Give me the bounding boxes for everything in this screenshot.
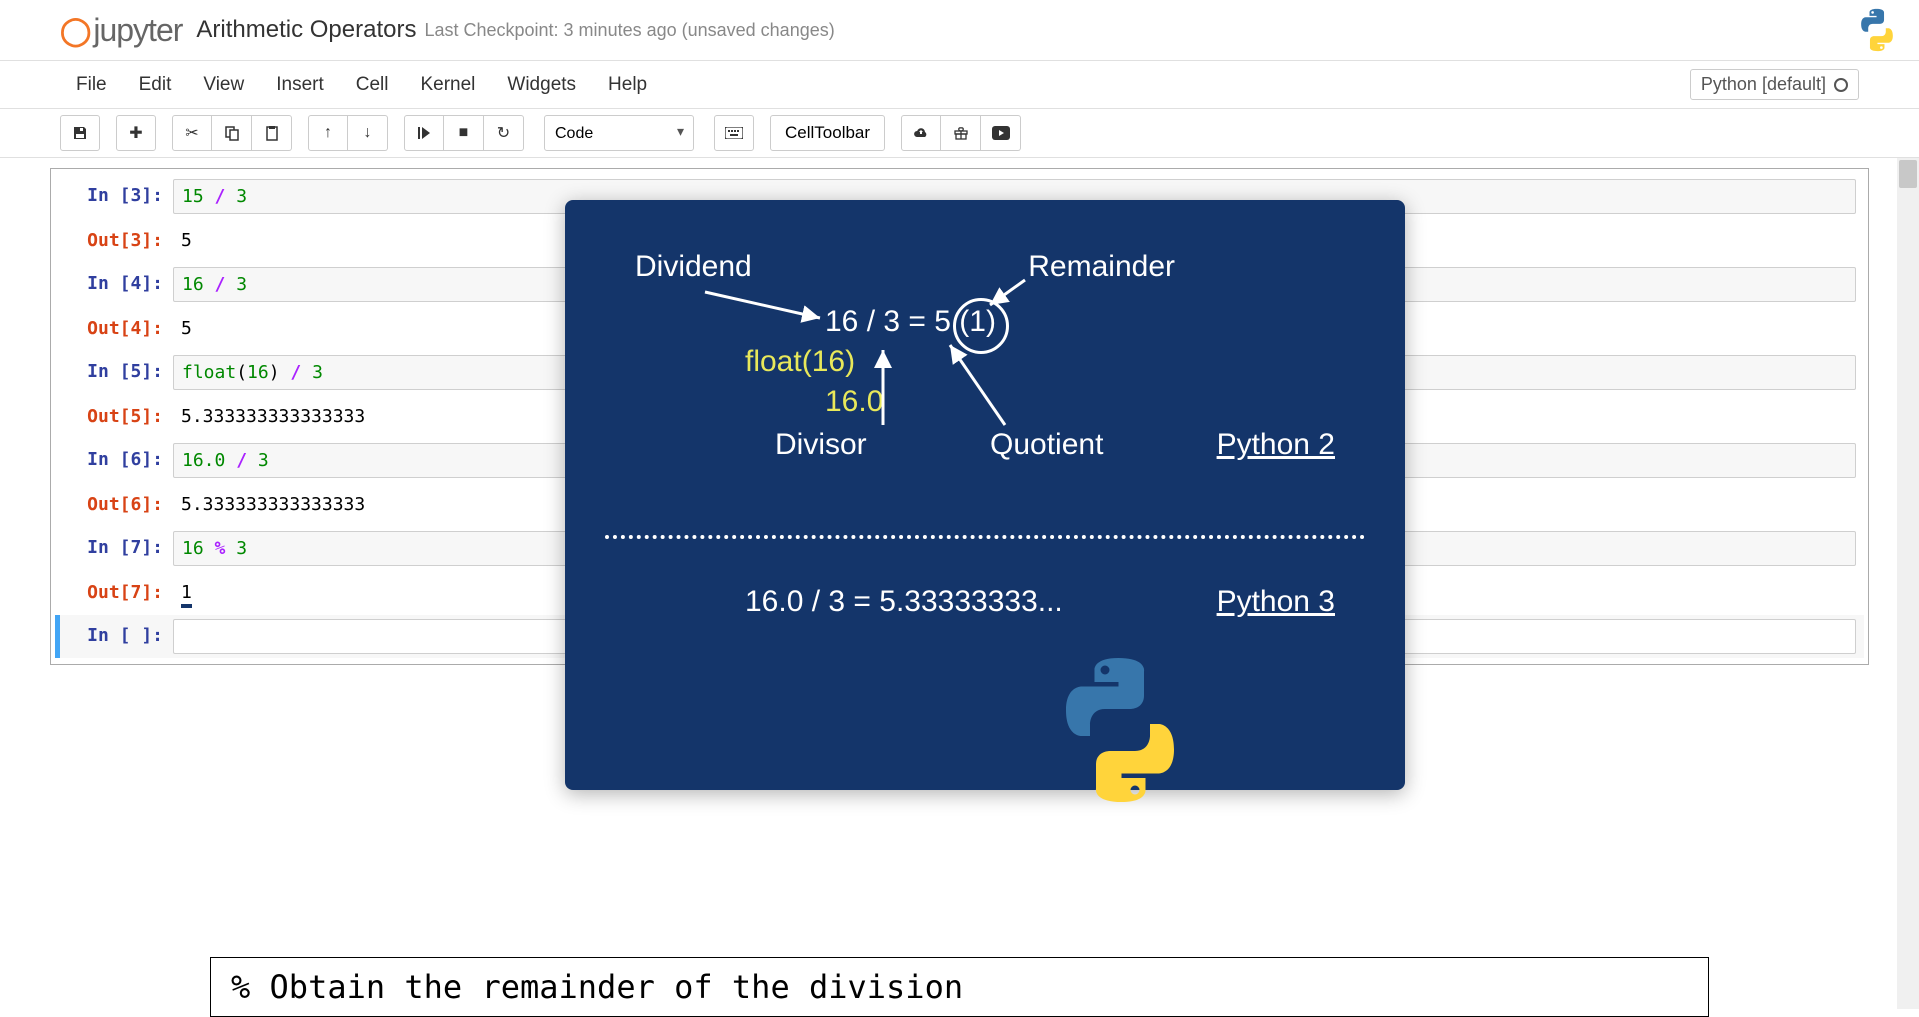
label-python3: Python 3 <box>1217 585 1335 619</box>
checkpoint-status: Last Checkpoint: 3 minutes ago (unsaved … <box>424 20 834 41</box>
dotted-separator <box>605 535 1365 539</box>
move-up-button[interactable]: ↑ <box>308 115 348 151</box>
paste-cell-button[interactable] <box>252 115 292 151</box>
notebook-name[interactable]: Arithmetic Operators <box>196 16 416 44</box>
cut-cell-button[interactable]: ✂ <box>172 115 212 151</box>
interrupt-kernel-button[interactable]: ■ <box>444 115 484 151</box>
label-remainder: Remainder <box>1028 250 1175 284</box>
scroll-thumb[interactable] <box>1899 160 1917 188</box>
restart-kernel-button[interactable]: ↻ <box>484 115 524 151</box>
cell-type-select[interactable]: Code <box>544 115 694 151</box>
menubar: File Edit View Insert Cell Kernel Widget… <box>0 61 1919 109</box>
menu-kernel[interactable]: Kernel <box>404 68 491 102</box>
in-prompt: In [6]: <box>63 443 173 478</box>
cell-toolbar-button[interactable]: CellToolbar <box>770 115 885 151</box>
out-prompt: Out[5]: <box>63 400 173 433</box>
label-dividend: Dividend <box>635 250 752 284</box>
slide-overlay: Dividend Remainder 16 / 3 = 5 (1) float(… <box>565 200 1405 790</box>
in-prompt: In [7]: <box>63 531 173 566</box>
copy-cell-button[interactable] <box>212 115 252 151</box>
arrows-icon <box>565 200 1405 790</box>
label-python2: Python 2 <box>1217 428 1335 462</box>
move-down-button[interactable]: ↓ <box>348 115 388 151</box>
kernel-name: Python [default] <box>1701 74 1826 95</box>
jupyter-logo-text: jupyter <box>93 12 182 49</box>
equation-2: 16.0 / 3 = 5.33333333... <box>745 585 1063 619</box>
command-palette-button[interactable] <box>714 115 754 151</box>
in-prompt: In [ ]: <box>63 619 173 654</box>
upload-button[interactable] <box>901 115 941 151</box>
out-prompt: Out[7]: <box>63 576 173 609</box>
insert-cell-button[interactable]: ✚ <box>116 115 156 151</box>
menu-insert[interactable]: Insert <box>260 68 340 102</box>
menu-view[interactable]: View <box>187 68 260 102</box>
youtube-button[interactable] <box>981 115 1021 151</box>
caption-bar: % Obtain the remainder of the division <box>210 957 1709 1017</box>
gift-button[interactable] <box>941 115 981 151</box>
out-prompt: Out[4]: <box>63 312 173 345</box>
out-prompt: Out[6]: <box>63 488 173 521</box>
float-expression: float(16) <box>745 345 855 379</box>
python-logo-icon <box>1855 8 1899 52</box>
jupyter-logo-icon: ◯ <box>60 14 87 47</box>
remainder-circle <box>953 298 1009 354</box>
menu-edit[interactable]: Edit <box>123 68 188 102</box>
float-value: 16.0 <box>825 385 883 419</box>
in-prompt: In [5]: <box>63 355 173 390</box>
label-divisor: Divisor <box>775 428 867 462</box>
kernel-status-icon <box>1834 78 1848 92</box>
scrollbar[interactable] <box>1897 158 1919 1009</box>
menu-help[interactable]: Help <box>592 68 663 102</box>
menu-file[interactable]: File <box>60 68 123 102</box>
label-quotient: Quotient <box>990 428 1103 462</box>
menu-widgets[interactable]: Widgets <box>491 68 592 102</box>
run-cell-button[interactable] <box>404 115 444 151</box>
in-prompt: In [3]: <box>63 179 173 214</box>
python-logo-big-icon <box>1045 655 1195 805</box>
menu-cell[interactable]: Cell <box>340 68 405 102</box>
toolbar: ✚ ✂ ↑ ↓ ■ ↻ Code CellToolbar <box>0 109 1919 158</box>
save-button[interactable] <box>60 115 100 151</box>
caption-text: % Obtain the remainder of the division <box>231 968 963 1006</box>
notebook-header: ◯ jupyter Arithmetic Operators Last Chec… <box>0 0 1919 61</box>
out-prompt: Out[3]: <box>63 224 173 257</box>
jupyter-logo[interactable]: ◯ jupyter <box>60 12 182 49</box>
kernel-indicator[interactable]: Python [default] <box>1690 69 1859 100</box>
in-prompt: In [4]: <box>63 267 173 302</box>
